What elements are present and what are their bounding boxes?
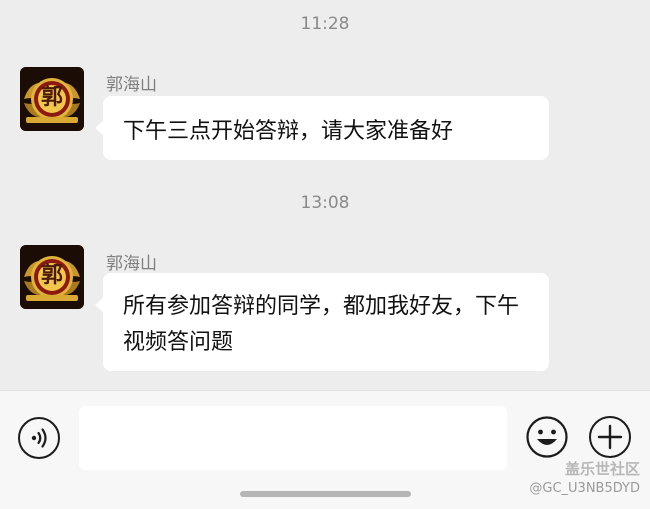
watermark-site: 盖乐世社区 [564,460,640,478]
plus-icon [597,424,623,450]
more-actions-button[interactable] [589,416,631,458]
sender-name: 郭海山 [106,254,157,274]
emoji-button[interactable] [525,415,569,459]
avatar[interactable]: 郭 [20,67,84,131]
avatar[interactable]: 郭 [20,245,84,309]
voice-icon [31,428,47,448]
sender-name: 郭海山 [106,75,157,95]
message-timestamp: 13:08 [300,193,350,213]
chat-area[interactable]: 11:28 郭 郭海山 下午三点开始答辩，请大家准备好 13:08 郭 郭海山 … [0,0,650,390]
message-bubble[interactable]: 下午三点开始答辩，请大家准备好 [95,96,549,160]
message-input-bar: 盖乐世社区 @GC_U3NB5DYD [0,390,650,509]
watermark-handle: @GC_U3NB5DYD [529,481,640,496]
avatar-initial: 郭 [40,85,63,110]
message-input[interactable] [79,406,507,470]
home-indicator[interactable] [240,491,411,497]
emoji-icon [526,416,568,458]
avatar-initial: 郭 [40,263,63,288]
message-bubble[interactable]: 所有参加答辩的同学，都加我好友，下午视频答问题 [95,273,549,371]
message-timestamp: 11:28 [300,14,350,34]
voice-input-button[interactable] [18,417,60,459]
